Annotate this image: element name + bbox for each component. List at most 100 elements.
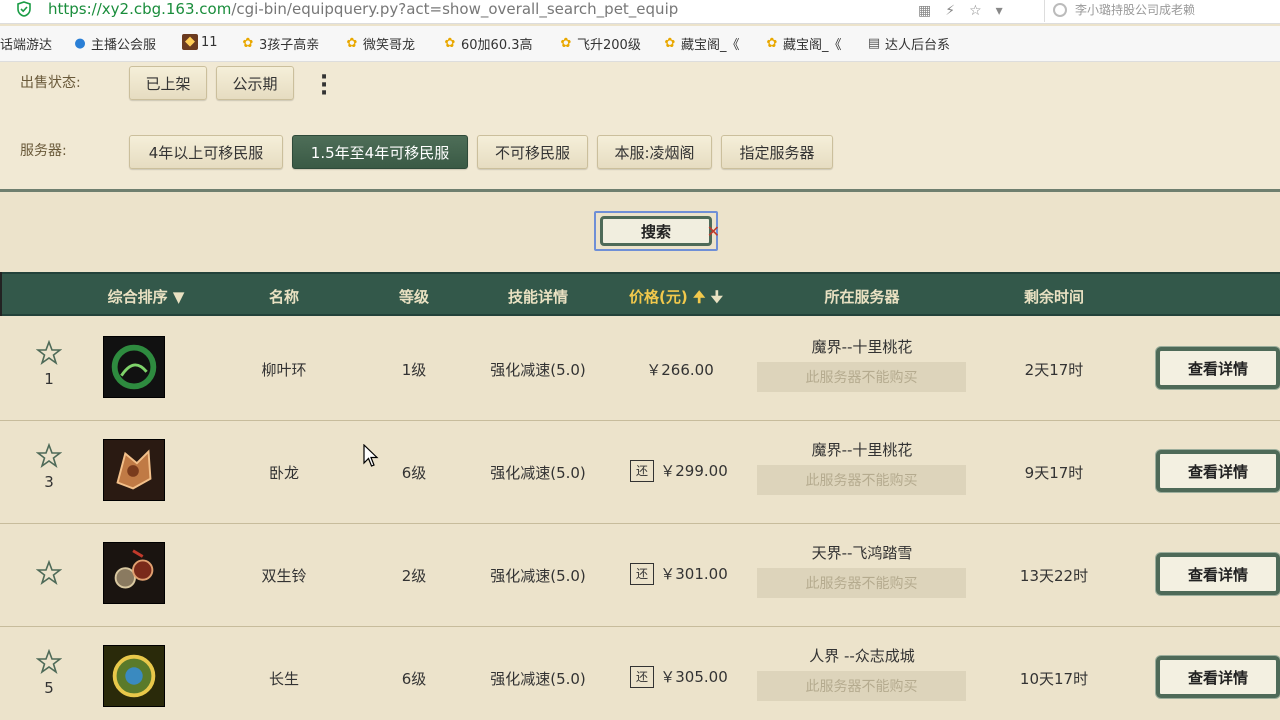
search-engine-icon <box>1053 3 1067 17</box>
bookmark-item[interactable]: ✿ 飞升200级 <box>558 34 641 54</box>
search-button[interactable]: 搜索 ✕ <box>594 211 720 251</box>
bookmark-item[interactable]: ◆ 11 <box>182 34 218 50</box>
table-row: 1 柳叶环 1级 强化减速(5.0) ￥266.00 魔界--十里桃花 此服务器… <box>0 318 1280 421</box>
bookmark-label: 微笑哥龙 <box>363 38 416 53</box>
cannot-buy-notice: 此服务器不能购买 <box>757 568 966 598</box>
item-level: 6级 <box>401 670 427 688</box>
chick-icon: ✿ <box>346 35 358 51</box>
sale-status-label: 出售状态: <box>20 75 81 91</box>
bookmark-item[interactable]: ▤ 达人后台系 <box>866 34 951 54</box>
bookmark-item[interactable]: ✿ 藏宝阁_《 <box>764 34 842 54</box>
bookmark-label: 11 <box>201 34 218 50</box>
filter-on-sale-button[interactable]: 已上架 <box>129 66 207 100</box>
sort-down-arrow-icon[interactable]: 🠋 <box>711 288 723 306</box>
table-row: 双生铃 2级 强化减速(5.0) 还 ￥301.00 天界--飞鸿踏雪 此服务器… <box>0 524 1280 627</box>
game-icon: ◆ <box>182 34 198 50</box>
bookmark-label: 主播公会服 <box>91 38 157 53</box>
favorite-star-icon[interactable] <box>36 443 62 469</box>
url-text[interactable]: https://xy2.cbg.163.com/cgi-bin/equipque… <box>48 0 678 18</box>
lightning-icon[interactable]: ⚡ <box>945 3 955 19</box>
server-non-migrate-button[interactable]: 不可移民服 <box>477 135 588 169</box>
chick-icon: ✿ <box>766 35 778 51</box>
dropdown-arrow-icon[interactable]: ▾ <box>996 3 1003 19</box>
qr-code-icon[interactable]: ▦ <box>918 3 931 19</box>
header-label: 综合排序 <box>107 288 168 306</box>
bookmark-label: 60加60.3高 <box>461 38 533 53</box>
search-hint-text: 李小璐持股公司成老赖 <box>1075 3 1196 17</box>
bookmark-item[interactable]: ✿ 60加60.3高 <box>442 34 533 54</box>
item-level: 6级 <box>401 464 427 482</box>
doc-icon: ▤ <box>867 35 881 51</box>
item-name: 卧龙 <box>268 464 300 482</box>
price-header[interactable]: 价格(元) 🠉 🠋 <box>629 286 723 312</box>
return-badge: 还 <box>630 563 654 585</box>
server-1-5-to-4yr-button[interactable]: 1.5年至4年可移民服 <box>292 135 468 169</box>
filter-public-period-button[interactable]: 公示期 <box>216 66 294 100</box>
item-thumbnail-ring[interactable] <box>103 336 165 398</box>
table-row: 3 卧龙 6级 强化减速(5.0) 还 ￥299.00 魔界--十里桃花 此服务… <box>0 421 1280 524</box>
cannot-buy-notice: 此服务器不能购买 <box>757 671 966 701</box>
star-bookmark-icon[interactable]: ☆ <box>969 3 982 19</box>
item-thumbnail-changsheng[interactable] <box>103 645 165 707</box>
more-options-icon[interactable]: · · · <box>316 67 332 105</box>
address-bar[interactable]: https://xy2.cbg.163.com/cgi-bin/equipque… <box>0 0 1280 24</box>
server-4yr-plus-button[interactable]: 4年以上可移民服 <box>129 135 283 169</box>
sort-up-icon[interactable]: 🠉 <box>693 288 705 306</box>
bookmark-item[interactable]: ✿ 3孩子高亲 <box>240 34 320 54</box>
search-button-label: 搜索 <box>600 216 712 246</box>
table-header: 综合排序 ▼ 名称 等级 技能详情 价格(元) 🠉 🠋 所在服务器 剩余时间 <box>0 272 1280 316</box>
bookmark-item[interactable]: 话端游达 <box>0 34 52 53</box>
view-detail-button[interactable]: 查看详情 <box>1156 553 1280 595</box>
return-badge: 还 <box>630 666 654 688</box>
server-label: 服务器: <box>20 143 67 159</box>
bookmark-label: 藏宝阁_《 <box>783 38 842 53</box>
table-row: 5 长生 6级 强化减速(5.0) 还 ￥305.00 人界 --众志成城 此服… <box>0 627 1280 720</box>
favorite-star-icon[interactable] <box>36 560 62 586</box>
chick-icon: ✿ <box>664 35 676 51</box>
bookmark-item[interactable]: ✿ 微笑哥龙 <box>344 34 416 54</box>
header-label: 价格(元) <box>628 288 688 306</box>
item-server: 魔界--十里桃花 <box>811 441 913 459</box>
close-mark-icon: ✕ <box>706 222 720 241</box>
secure-shield-icon <box>17 1 31 17</box>
favorite-star-icon[interactable] <box>36 340 62 366</box>
item-skill: 强化减速(5.0) <box>490 567 586 585</box>
item-name: 双生铃 <box>261 567 307 585</box>
item-name: 长生 <box>268 670 300 688</box>
url-path: /cgi-bin/equipquery.py?act=show_overall_… <box>231 0 679 18</box>
item-thumbnail-bells[interactable] <box>103 542 165 604</box>
bookmark-item[interactable]: ● 主播公会服 <box>72 34 157 54</box>
view-detail-button[interactable]: 查看详情 <box>1156 347 1280 389</box>
chick-icon: ✿ <box>444 35 456 51</box>
skill-header: 技能详情 <box>507 288 569 306</box>
bookmark-label: 3孩子高亲 <box>259 38 320 53</box>
return-badge: 还 <box>630 460 654 482</box>
item-level: 1级 <box>401 361 427 379</box>
time-header: 剩余时间 <box>1023 288 1085 306</box>
item-name: 柳叶环 <box>261 361 307 379</box>
rank-number: 5 <box>44 679 54 697</box>
view-detail-button[interactable]: 查看详情 <box>1156 450 1280 492</box>
level-header: 等级 <box>398 288 430 306</box>
corner-marker <box>0 272 6 316</box>
sort-overall-header[interactable]: 综合排序 ▼ <box>108 286 185 307</box>
mouse-cursor-icon <box>363 444 379 467</box>
browser-search-box[interactable]: 李小璐持股公司成老赖 <box>1044 0 1280 22</box>
remaining-time: 9天17时 <box>1024 464 1084 482</box>
item-server: 人界 --众志成城 <box>809 647 915 665</box>
view-detail-button[interactable]: 查看详情 <box>1156 656 1280 698</box>
divider <box>0 189 1280 192</box>
remaining-time: 13天22时 <box>1019 567 1089 585</box>
bookmark-label: 达人后台系 <box>885 38 951 53</box>
item-price: ￥305.00 <box>660 668 728 686</box>
blue-circle-icon: ● <box>74 35 86 51</box>
chick-icon: ✿ <box>242 35 254 51</box>
item-skill: 强化减速(5.0) <box>490 464 586 482</box>
item-thumbnail-dragon[interactable] <box>103 439 165 501</box>
server-local-button[interactable]: 本服:凌烟阁 <box>597 135 712 169</box>
url-domain: https://xy2.cbg.163.com <box>48 0 232 18</box>
favorite-star-icon[interactable] <box>36 649 62 675</box>
item-skill: 强化减速(5.0) <box>490 361 586 379</box>
server-specify-button[interactable]: 指定服务器 <box>721 135 833 169</box>
bookmark-item[interactable]: ✿ 藏宝阁_《 <box>662 34 740 54</box>
